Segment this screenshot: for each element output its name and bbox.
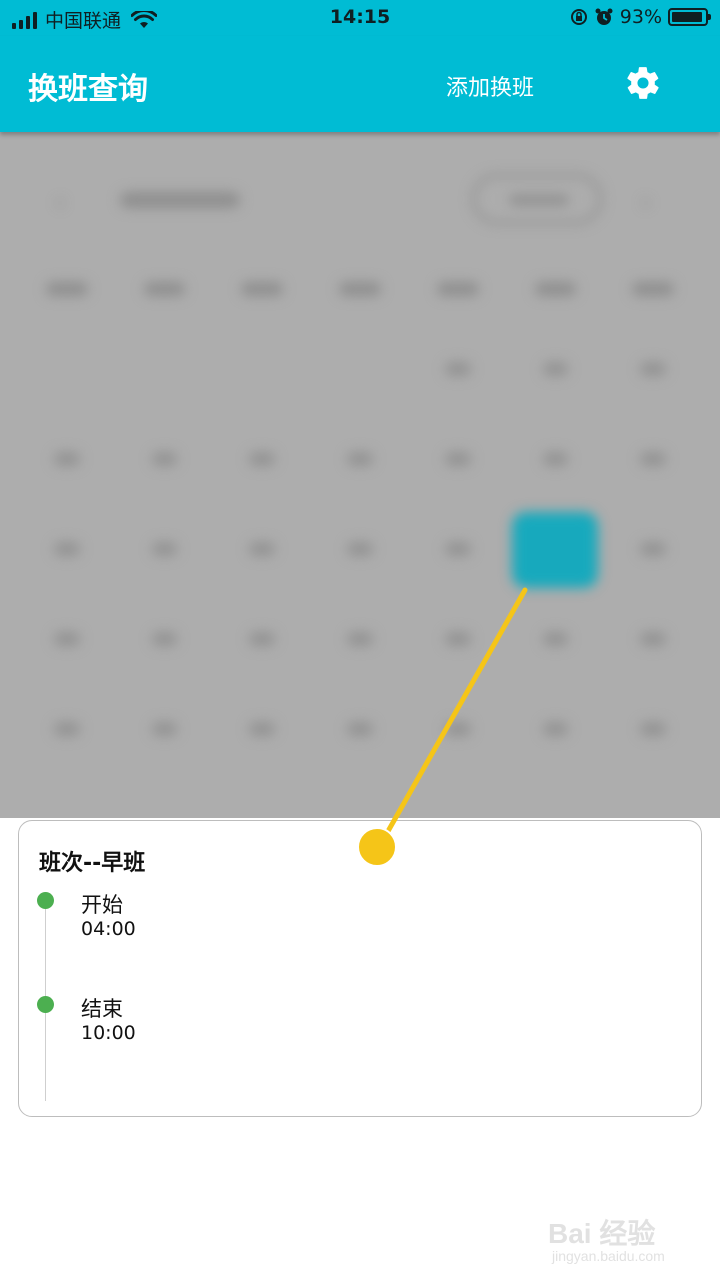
timeline-dot-end: [37, 996, 54, 1013]
shift-detail-card: 班次--早班 开始 04:00 结束 10:00: [18, 820, 702, 1117]
app-bar: 换班查询 添加换班: [0, 36, 720, 132]
calendar-month-placeholder: [120, 192, 240, 208]
shift-end-time: 10:00: [81, 1022, 136, 1044]
add-shift-button[interactable]: 添加换班: [446, 70, 534, 102]
calendar-weekday-row: [18, 282, 702, 296]
battery-percent: 93%: [619, 6, 662, 28]
calendar-today-pill: [472, 174, 602, 224]
gear-icon[interactable]: [624, 64, 662, 102]
shift-start-time: 04:00: [81, 918, 136, 940]
orientation-lock-icon: [570, 9, 587, 25]
calendar-week: [18, 722, 702, 736]
watermark-domain: jingyan.baidu.com: [552, 1248, 665, 1264]
page-title: 换班查询: [28, 72, 148, 107]
chevron-right-icon: ›: [642, 190, 650, 214]
calendar-week: [18, 362, 702, 376]
watermark-brand: Bai 经验: [548, 1218, 656, 1249]
battery-icon: [668, 8, 711, 26]
calendar-week: [18, 542, 702, 556]
watermark-logo: Bai 经验 jingyan.baidu.com: [548, 1208, 688, 1268]
calendar-selected-day: [512, 512, 598, 588]
chevron-left-icon: ‹: [56, 190, 64, 214]
calendar-week: [18, 632, 702, 646]
shift-title: 班次--早班: [39, 851, 146, 876]
shift-end-label: 结束: [81, 997, 123, 1021]
alarm-icon: [595, 8, 613, 25]
calendar-overlay[interactable]: ‹ ›: [0, 132, 720, 818]
timeline-dot-start: [37, 892, 54, 909]
status-bar: 中国联通 14:15 93%: [0, 0, 720, 36]
calendar-week: [18, 452, 702, 466]
shift-start-label: 开始: [81, 893, 123, 917]
